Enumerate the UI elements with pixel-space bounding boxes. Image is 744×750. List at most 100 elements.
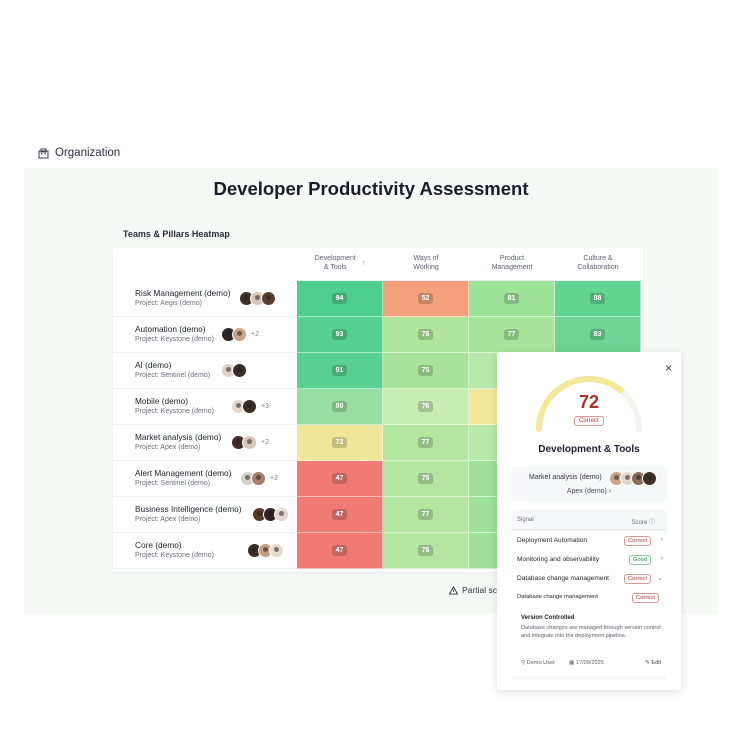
signal-detail-title: Version Controlled: [521, 615, 575, 621]
heatmap-cell[interactable]: 76: [383, 317, 469, 353]
signal-detail-description: Database changes are managed through ver…: [521, 625, 661, 640]
team-avatars: +2: [240, 471, 278, 486]
team-avatars: [239, 291, 276, 306]
status-badge: Correct: [574, 416, 604, 426]
heatmap-score: 91: [331, 365, 348, 376]
table-row[interactable]: Automation (demo) Project: Keystone (demo…: [113, 317, 297, 353]
heatmap-cell[interactable]: 94: [297, 281, 383, 317]
heatmap-cell[interactable]: 75: [383, 353, 469, 389]
avatar: [261, 291, 276, 306]
heatmap-cell[interactable]: 47: [297, 461, 383, 497]
team-avatars: +2: [231, 435, 269, 450]
table-row[interactable]: Risk Management (demo) Project: Aegis (de…: [113, 281, 297, 317]
heatmap-cell[interactable]: 47: [297, 533, 383, 569]
sort-arrow-icon[interactable]: ↑: [362, 260, 366, 269]
heatmap-cell[interactable]: 77: [383, 497, 469, 533]
team-avatars: +2: [221, 327, 259, 342]
column-header[interactable]: Culture & Collaboration: [555, 248, 641, 281]
signal-name: Database change management: [517, 594, 598, 600]
heatmap-cell[interactable]: 76: [383, 533, 469, 569]
team-project: Project: Keystone (demo): [135, 552, 214, 559]
chevron-down-icon[interactable]: ⌄: [657, 574, 663, 582]
heatmap-cell[interactable]: 83: [555, 317, 641, 353]
team-name: Market analysis (demo): [135, 432, 222, 442]
close-icon[interactable]: ×: [665, 361, 672, 375]
team-name: Market analysis (demo): [529, 474, 602, 481]
team-name: Automation (demo): [135, 324, 206, 334]
avatar: [232, 363, 247, 378]
heatmap-cell[interactable]: 72: [297, 425, 383, 461]
heatmap-cell[interactable]: 77: [469, 317, 555, 353]
avatar-overflow-count: +2: [270, 475, 278, 482]
table-row[interactable]: Mobile (demo) Project: Keystone (demo) +3: [113, 389, 297, 425]
column-header[interactable]: Development & Tools ↑: [297, 248, 383, 281]
team-name: Core (demo): [135, 540, 182, 550]
avatar: [232, 327, 247, 342]
signal-row[interactable]: Database change management Correct ⌄: [511, 570, 667, 589]
table-row[interactable]: AI (demo) Project: Sentinel (demo): [113, 353, 297, 389]
project-link[interactable]: Apex (demo) ›: [511, 488, 667, 495]
heatmap-cell[interactable]: 76: [383, 389, 469, 425]
warning-icon: [449, 585, 458, 595]
signal-date: ▦ 17/09/2025: [569, 660, 604, 666]
detail-panel: × 72 Correct Development & Tools Market …: [497, 352, 681, 690]
team-avatars: [247, 543, 284, 558]
column-header-line: Culture &: [583, 255, 613, 263]
team-name: Mobile (demo): [135, 396, 189, 406]
team-name: Risk Management (demo): [135, 288, 231, 298]
team-project: Project: Aegis (demo): [135, 300, 202, 307]
heatmap-cell[interactable]: 93: [297, 317, 383, 353]
table-row[interactable]: Alert Management (demo) Project: Sentinel…: [113, 461, 297, 497]
heatmap-score: 76: [417, 329, 434, 340]
score-value: 72: [578, 392, 600, 412]
heatmap-cell[interactable]: 75: [383, 461, 469, 497]
column-header[interactable]: Product Management: [469, 248, 555, 281]
chevron-right-icon[interactable]: ›: [661, 536, 663, 543]
signals-list: Signal Score ⓘ Deployment Automation Corr…: [511, 510, 667, 680]
heatmap-score: 47: [331, 545, 348, 556]
table-row[interactable]: Core (demo) Project: Keystone (demo): [113, 533, 297, 569]
author-name: Demo User: [526, 660, 555, 666]
heatmap-cell[interactable]: 47: [297, 497, 383, 533]
heatmap-cell[interactable]: 91: [297, 353, 383, 389]
signal-name: Database change management: [517, 575, 610, 582]
team-project: Project: Apex (demo): [135, 444, 201, 451]
signal-status-badge: Correct: [631, 593, 659, 603]
table-row[interactable]: Market analysis (demo) Project: Apex (dem…: [113, 425, 297, 461]
signal-row[interactable]: Database change management Correct: [511, 589, 667, 608]
avatar-overflow-count: +3: [261, 403, 269, 410]
team-avatars: [609, 471, 657, 486]
heatmap-title: Teams & Pillars Heatmap: [123, 229, 230, 239]
signal-author: ⚲ Demo User: [521, 660, 555, 666]
chevron-right-icon[interactable]: ›: [661, 555, 663, 562]
signal-status-badge: Correct: [623, 536, 651, 546]
heatmap-cell[interactable]: 77: [383, 425, 469, 461]
heatmap-score: 77: [417, 437, 434, 448]
signal-row[interactable]: Monitoring and observability Good ›: [511, 551, 667, 570]
team-avatars: +3: [231, 399, 269, 414]
heatmap-score: 76: [417, 401, 434, 412]
heatmap-score: 80: [331, 401, 348, 412]
signal-name: Monitoring and observability: [517, 556, 600, 563]
column-header-label: Development & Tools: [315, 255, 356, 273]
column-header[interactable]: Ways of Working: [383, 248, 469, 281]
heatmap-score: 47: [331, 509, 348, 520]
heatmap-score: 94: [331, 293, 348, 304]
team-project: Project: Sentinel (demo): [135, 372, 211, 379]
heatmap-score: 75: [417, 365, 434, 376]
heatmap-score: 72: [331, 437, 348, 448]
heatmap-score: 75: [417, 473, 434, 484]
heatmap-cell[interactable]: 81: [469, 281, 555, 317]
heatmap-cell[interactable]: 80: [297, 389, 383, 425]
edit-button[interactable]: ✎ Edit: [645, 660, 661, 666]
table-row[interactable]: Business Intelligence (demo) Project: Ape…: [113, 497, 297, 533]
heatmap-cell[interactable]: 88: [555, 281, 641, 317]
signal-row[interactable]: Deployment Automation Correct ›: [511, 532, 667, 551]
team-project: Project: Keystone (demo): [135, 408, 214, 415]
heatmap-cell[interactable]: 52: [383, 281, 469, 317]
calendar-icon: ▦: [569, 660, 576, 666]
score-column-label: Score ⓘ: [631, 520, 655, 526]
heatmap-score: 93: [331, 329, 348, 340]
breadcrumb[interactable]: Organization: [24, 138, 718, 168]
signal-status-badge: Good: [628, 555, 651, 565]
